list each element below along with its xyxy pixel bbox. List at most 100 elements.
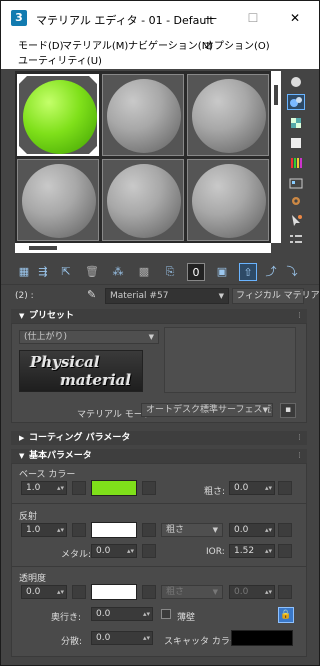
sample-slot-1[interactable] [17,74,99,156]
material-editor-window: 3 マテリアル エディタ - 01 - Default — ☐ ✕ モード(D)… [0,0,320,666]
preset-dropdown[interactable]: (仕上がり) ▼ [19,330,159,344]
get-material-icon[interactable]: ▦ [15,263,33,281]
lock-icon[interactable]: 🔒 [278,607,294,623]
material-mode-dropdown[interactable]: オートデスク標準サーフェス互換 ▼ [141,403,273,417]
base-color-swatch[interactable] [91,480,137,496]
show-shaded-material-icon[interactable]: ▣ [213,263,231,281]
reflection-label: 反射 [19,512,38,522]
effects-channel-icon[interactable]: 0 [187,263,205,281]
material-map-navigator-icon[interactable] [287,231,305,247]
transparency-color-swatch[interactable] [91,584,137,600]
background-icon[interactable] [287,115,305,131]
reflection-color-swatch[interactable] [91,522,137,538]
spinner-arrows-icon[interactable]: ▴▾ [143,632,150,644]
basic-params-rollout-header[interactable]: ▼ 基本パラメータ ⁞ [11,449,307,463]
slot-corner-marker [87,144,99,156]
save-icon[interactable]: ▪ [280,403,296,418]
material-sphere-preview [107,164,181,238]
base-weight-spinner[interactable]: 1.0 ▴▾ [21,481,67,495]
sample-slot-6[interactable] [187,159,269,241]
transparency-color-map-button[interactable] [142,585,156,599]
dispersion-spinner[interactable]: 0.0 ▴▾ [91,631,153,645]
chevron-down-icon: ▼ [19,312,25,320]
divider [11,503,307,504]
go-forward-to-sibling-icon[interactable]: ⤵ [283,263,301,281]
sample-slot-2[interactable] [102,74,184,156]
metalness-spinner[interactable]: 0.0 ▴▾ [91,544,137,558]
make-unique-icon[interactable]: ⁂ [109,263,127,281]
drag-handle-icon[interactable]: ⁞ [298,431,301,445]
chevron-down-icon: ▼ [262,404,268,416]
title-bar[interactable]: 3 マテリアル エディタ - 01 - Default — ☐ ✕ [1,1,319,35]
spinner-arrows-icon[interactable]: ▴▾ [127,545,134,557]
go-to-parent-icon[interactable]: ⤴ [262,263,280,281]
coating-rollout-header[interactable]: ▶ コーティング パラメータ ⁞ [11,431,307,445]
slots-vertical-scrollbar[interactable] [271,71,281,243]
backlight-icon[interactable] [287,94,305,110]
preset-rollout-header[interactable]: ▼ プリセット ⁞ [11,309,307,323]
spinner-arrows-icon[interactable]: ▴▾ [143,608,150,620]
options-icon[interactable] [287,193,305,209]
material-type-button[interactable]: フィジカル マテリアル [232,288,320,304]
menu-utilities[interactable]: ユーティリティ(U) [18,53,102,70]
select-by-material-icon[interactable] [287,212,305,228]
transparency-roughness-spinner[interactable]: 0.0 ▴▾ [229,585,275,599]
reflection-weight-spinner[interactable]: 1.0 ▴▾ [21,523,67,537]
material-name-field[interactable]: Material #57 ▼ [105,288,229,304]
sample-uv-icon[interactable] [287,135,305,151]
spinner-arrows-icon[interactable]: ▴▾ [57,524,64,536]
base-roughness-map-button[interactable] [278,481,292,495]
reflection-roughness-mode-dropdown[interactable]: 粗さ ▼ [161,523,223,537]
sample-type-icon[interactable] [287,74,305,90]
base-color-map-button[interactable] [142,481,156,495]
sample-slot-3[interactable] [187,74,269,156]
spinner-arrows-icon[interactable]: ▴▾ [57,586,64,598]
base-weight-map-button[interactable] [72,481,86,495]
make-preview-icon[interactable] [287,175,305,191]
ior-value: 1.52 [234,546,255,556]
put-to-library-icon[interactable]: ▩ [135,263,153,281]
reflection-roughness-spinner[interactable]: 0.0 ▴▾ [229,523,275,537]
menu-options[interactable]: オプション(O) [204,38,270,55]
minimize-button[interactable]: — [191,7,231,29]
scroll-thumb[interactable] [29,246,57,250]
sample-slot-4[interactable] [17,159,99,241]
ior-spinner[interactable]: 1.52 ▴▾ [229,544,275,558]
drag-handle-icon[interactable]: ⁞ [298,449,301,463]
show-end-result-icon[interactable]: ⇧ [239,263,257,281]
scatter-color-swatch[interactable] [231,630,293,646]
maximize-button[interactable]: ☐ [233,7,273,29]
reflection-color-map-button[interactable] [142,523,156,537]
drag-handle-icon[interactable]: ⁞ [298,309,301,323]
eyedropper-icon[interactable]: ✎ [87,288,101,302]
ior-map-button[interactable] [278,544,292,558]
transparency-roughness-mode-dropdown[interactable]: 粗さ ▼ [161,585,223,599]
material-id-channel-icon[interactable]: ⎘ [161,263,179,281]
spinner-arrows-icon[interactable]: ▴▾ [265,586,272,598]
transparency-roughness-map-button[interactable] [278,585,292,599]
material-index-label: (2) : [15,291,34,301]
assign-to-selection-icon[interactable]: ⇱ [57,263,75,281]
reflection-roughness-map-button[interactable] [278,523,292,537]
spinner-arrows-icon[interactable]: ▴▾ [265,482,272,494]
spinner-arrows-icon[interactable]: ▴▾ [57,482,64,494]
transparency-weight-spinner[interactable]: 0.0 ▴▾ [21,585,67,599]
reset-map-icon[interactable]: 🗑 [83,263,101,281]
close-button[interactable]: ✕ [275,7,315,29]
thin-walled-checkbox[interactable] [161,609,171,619]
spinner-arrows-icon[interactable]: ▴▾ [265,524,272,536]
put-to-scene-icon[interactable]: ⇶ [34,263,52,281]
slots-horizontal-scrollbar[interactable] [15,243,271,253]
menu-navigation[interactable]: ナビゲーション(N) [128,38,213,55]
scroll-thumb[interactable] [274,85,278,105]
transparency-weight-map-button[interactable] [72,585,86,599]
reflection-weight-map-button[interactable] [72,523,86,537]
base-roughness-spinner[interactable]: 0.0 ▴▾ [229,481,275,495]
spinner-arrows-icon[interactable]: ▴▾ [265,545,272,557]
material-mode-value: オートデスク標準サーフェス互換 [146,405,273,415]
sample-slot-5[interactable] [102,159,184,241]
depth-spinner[interactable]: 0.0 ▴▾ [91,607,153,621]
preset-value: (仕上がり) [24,332,68,342]
metalness-map-button[interactable] [142,544,156,558]
video-color-check-icon[interactable] [287,155,305,171]
